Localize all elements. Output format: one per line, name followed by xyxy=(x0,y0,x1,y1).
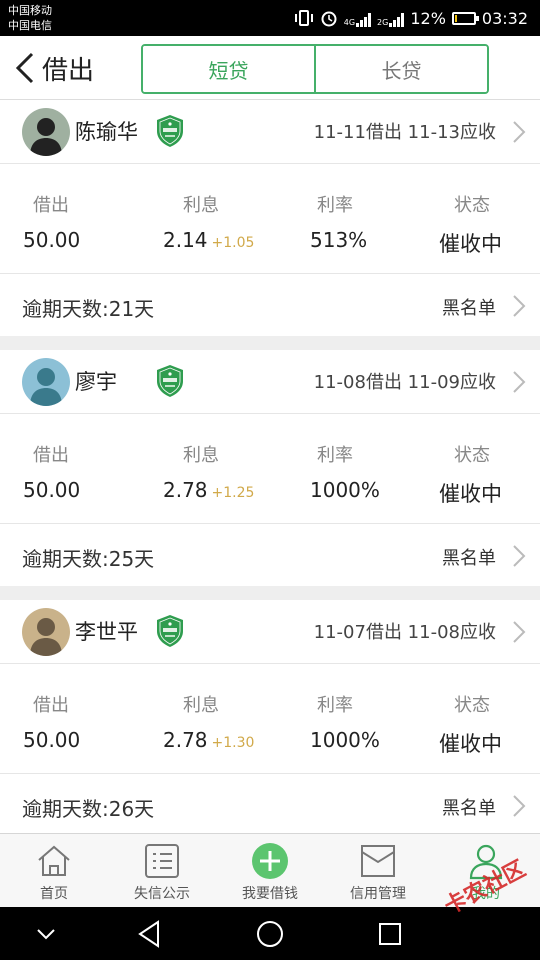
loan-stats: 借出 50.00 利息 2.78 +1.30 利率 1000% 状态催收中 xyxy=(0,664,540,774)
value-lent: 50.00 xyxy=(23,478,81,502)
label-lent: 借出 xyxy=(33,445,69,466)
value-interest-extra: +1.30 xyxy=(211,735,255,751)
loan-card-header[interactable]: 陈瑜华 11-11借出 11-13应收 xyxy=(0,100,540,164)
label-status: 状态 xyxy=(454,445,490,466)
overdue-days: 逾期天数:21天 xyxy=(22,297,155,321)
vibrate-icon xyxy=(294,10,313,26)
back-triangle-icon[interactable] xyxy=(134,919,166,949)
home-circle-icon[interactable] xyxy=(254,919,286,949)
chevron-right-icon xyxy=(513,121,526,143)
label-lent: 借出 xyxy=(33,195,69,216)
value-status: 催收中 xyxy=(439,732,502,756)
signal-icon xyxy=(389,11,405,27)
value-rate: 1000% xyxy=(310,478,380,502)
value-lent: 50.00 xyxy=(23,228,81,252)
loan-stats: 借出 50.00 利息 2.78 +1.25 利率 1000% 状态催收中 xyxy=(0,414,540,524)
value-rate: 513% xyxy=(310,228,368,252)
loan-card[interactable]: 李世平 11-07借出 11-08应收 借出 50.00 利息 2.78 +1.30 … xyxy=(0,600,540,833)
value-interest-extra: +1.25 xyxy=(211,485,255,501)
label-status: 状态 xyxy=(454,695,490,716)
blacklist-link[interactable]: 黑名单 xyxy=(442,294,496,320)
carrier-info: 中国移动 中国电信 xyxy=(8,3,52,33)
value-interest-extra: +1.05 xyxy=(211,235,255,251)
list-icon xyxy=(145,844,179,878)
clock: 03:32 xyxy=(481,8,528,28)
value-rate: 1000% xyxy=(310,728,380,752)
net-type-2: 2G xyxy=(377,17,389,27)
back-arrow-icon[interactable] xyxy=(12,50,40,86)
overdue-days: 逾期天数:25天 xyxy=(22,547,155,571)
label-rate: 利率 xyxy=(317,195,353,216)
blacklist-link[interactable]: 黑名单 xyxy=(442,544,496,570)
loan-card-footer[interactable]: 逾期天数:21天 黑名单 xyxy=(0,274,540,336)
overdue-days: 逾期天数:26天 xyxy=(22,797,155,821)
guarantee-badge-icon xyxy=(157,115,183,147)
tab-borrow-label: 我要借钱 xyxy=(242,886,298,902)
chevron-right-icon xyxy=(513,621,526,643)
tab-short-loan[interactable]: 短贷 xyxy=(143,46,314,92)
loan-card-footer[interactable]: 逾期天数:26天 黑名单 xyxy=(0,774,540,833)
carrier-1: 中国移动 xyxy=(8,4,52,17)
net-type-1: 4G xyxy=(343,17,356,27)
value-status: 催收中 xyxy=(439,482,502,506)
loan-card-header[interactable]: 廖宇 11-08借出 11-09应收 xyxy=(0,350,540,414)
alarm-icon xyxy=(321,11,337,27)
loan-stats: 借出 50.00 利息 2.14 +1.05 利率 513% 状态催收中 xyxy=(0,164,540,274)
status-bar: 中国移动 中国电信 4G 2G 12% 03:32 xyxy=(0,0,540,36)
loan-type-segment: 短贷 长贷 xyxy=(141,44,489,94)
avatar xyxy=(22,358,70,406)
page-title: 借出 xyxy=(42,56,95,86)
label-interest: 利息 xyxy=(183,695,219,716)
chevron-right-icon xyxy=(513,295,526,317)
loan-dates: 11-11借出 11-13应收 xyxy=(313,122,496,143)
value-interest: 2.78 xyxy=(163,478,208,502)
chevron-right-icon xyxy=(513,545,526,567)
blacklist-link[interactable]: 黑名单 xyxy=(442,794,496,820)
value-status: 催收中 xyxy=(439,232,502,256)
tab-borrow[interactable]: 我要借钱 xyxy=(216,834,324,907)
inbox-icon xyxy=(361,845,395,877)
carrier-2: 中国电信 xyxy=(8,19,52,32)
borrower-name: 陈瑜华 xyxy=(75,120,138,144)
loan-card-footer[interactable]: 逾期天数:25天 黑名单 xyxy=(0,524,540,586)
label-lent: 借出 xyxy=(33,695,69,716)
tab-dishonesty-list[interactable]: 失信公示 xyxy=(108,834,216,907)
tab-home-label: 首页 xyxy=(40,886,68,902)
loan-dates: 11-07借出 11-08应收 xyxy=(313,622,496,643)
battery-icon xyxy=(451,11,479,25)
loan-dates: 11-08借出 11-09应收 xyxy=(313,372,496,393)
guarantee-badge-icon xyxy=(157,615,183,647)
tab-credit-management[interactable]: 信用管理 xyxy=(324,834,432,907)
battery-percent: 12% xyxy=(410,8,446,28)
tab-dishonesty-list-label: 失信公示 xyxy=(134,886,190,902)
loan-card-header[interactable]: 李世平 11-07借出 11-08应收 xyxy=(0,600,540,664)
home-icon xyxy=(38,845,70,876)
header: 借出 短贷 长贷 xyxy=(0,36,540,100)
label-interest: 利息 xyxy=(183,445,219,466)
value-interest: 2.14 xyxy=(163,228,208,252)
chevron-right-icon xyxy=(513,371,526,393)
tab-credit-management-label: 信用管理 xyxy=(350,886,406,902)
tab-home[interactable]: 首页 xyxy=(0,834,108,907)
plus-circle-icon xyxy=(252,843,288,879)
guarantee-badge-icon xyxy=(157,365,183,397)
value-interest: 2.78 xyxy=(163,728,208,752)
loan-list: 陈瑜华 11-11借出 11-13应收 借出 50.00 利息 2.14 +1.05 … xyxy=(0,100,540,833)
label-rate: 利率 xyxy=(317,695,353,716)
avatar xyxy=(22,108,70,156)
label-interest: 利息 xyxy=(183,195,219,216)
avatar xyxy=(22,608,70,656)
tab-long-loan[interactable]: 长贷 xyxy=(314,46,487,92)
value-lent: 50.00 xyxy=(23,728,81,752)
chevron-down-icon[interactable] xyxy=(30,919,62,949)
chevron-right-icon xyxy=(513,795,526,817)
loan-card[interactable]: 陈瑜华 11-11借出 11-13应收 借出 50.00 利息 2.14 +1.05 … xyxy=(0,100,540,336)
borrower-name: 廖宇 xyxy=(75,370,117,394)
loan-card[interactable]: 廖宇 11-08借出 11-09应收 借出 50.00 利息 2.78 +1.25 利… xyxy=(0,350,540,586)
label-status: 状态 xyxy=(454,195,490,216)
recents-square-icon[interactable] xyxy=(374,919,406,949)
label-rate: 利率 xyxy=(317,445,353,466)
signal-icon xyxy=(356,11,372,27)
borrower-name: 李世平 xyxy=(75,620,138,644)
